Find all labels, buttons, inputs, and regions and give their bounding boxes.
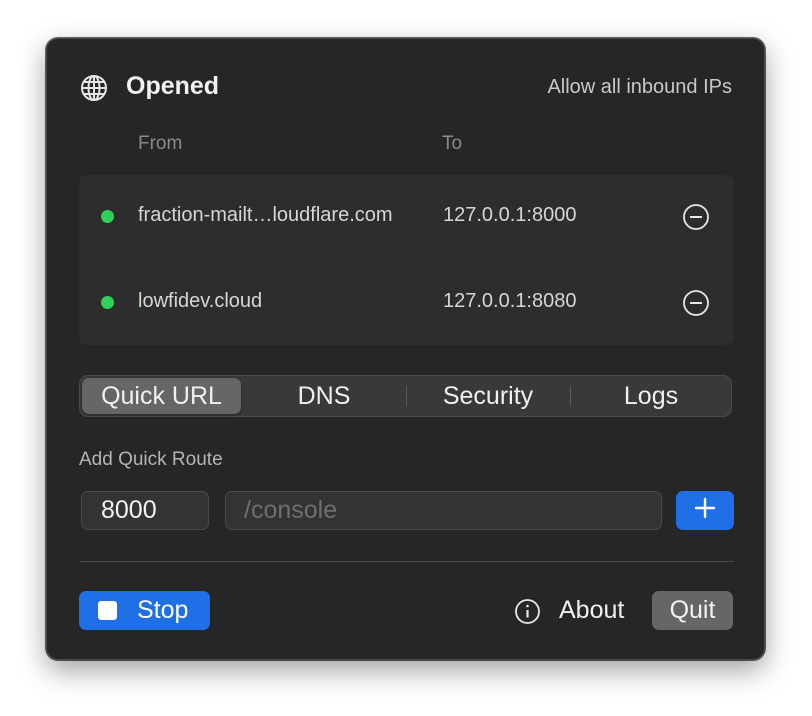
plus-icon [694, 497, 716, 524]
column-header-to: To [442, 133, 463, 154]
globe-icon [80, 74, 108, 102]
divider [79, 561, 734, 562]
add-quick-route-label: Add Quick Route [79, 449, 223, 470]
tab-security[interactable]: Security [407, 378, 569, 414]
route-row: fraction-mailt…loudflare.com 127.0.0.1:8… [79, 192, 734, 242]
quit-button[interactable]: Quit [652, 591, 733, 630]
allow-all-inbound-link[interactable]: Allow all inbound IPs [547, 76, 732, 99]
about-button[interactable]: About [559, 596, 624, 625]
remove-route-icon[interactable] [682, 203, 710, 231]
info-icon[interactable] [514, 598, 541, 625]
tunnel-popover-panel: Opened Allow all inbound IPs From To fra… [46, 38, 765, 660]
stop-icon [98, 601, 117, 620]
path-input[interactable] [225, 491, 662, 530]
remove-route-icon[interactable] [682, 289, 710, 317]
status-dot [101, 210, 114, 223]
column-header-from: From [138, 133, 183, 154]
route-from: lowfidev.cloud [138, 290, 263, 312]
tab-logs[interactable]: Logs [571, 378, 731, 414]
tab-quick-url[interactable]: Quick URL [82, 378, 241, 414]
tab-dns[interactable]: DNS [243, 378, 405, 414]
stop-button[interactable]: Stop [79, 591, 210, 630]
route-row: lowfidev.cloud 127.0.0.1:8080 [79, 278, 734, 328]
route-from: fraction-mailt…loudflare.com [138, 204, 393, 226]
port-input[interactable] [81, 491, 209, 530]
route-to: 127.0.0.1:8000 [443, 204, 577, 226]
status-title: Opened [126, 72, 220, 100]
stop-button-label: Stop [137, 596, 189, 624]
status-dot [101, 296, 114, 309]
route-list: fraction-mailt…loudflare.com 127.0.0.1:8… [79, 175, 734, 345]
route-to: 127.0.0.1:8080 [443, 290, 577, 312]
tab-segmented-control: Quick URL DNS Security Logs [79, 375, 732, 417]
add-route-button[interactable] [676, 491, 734, 530]
